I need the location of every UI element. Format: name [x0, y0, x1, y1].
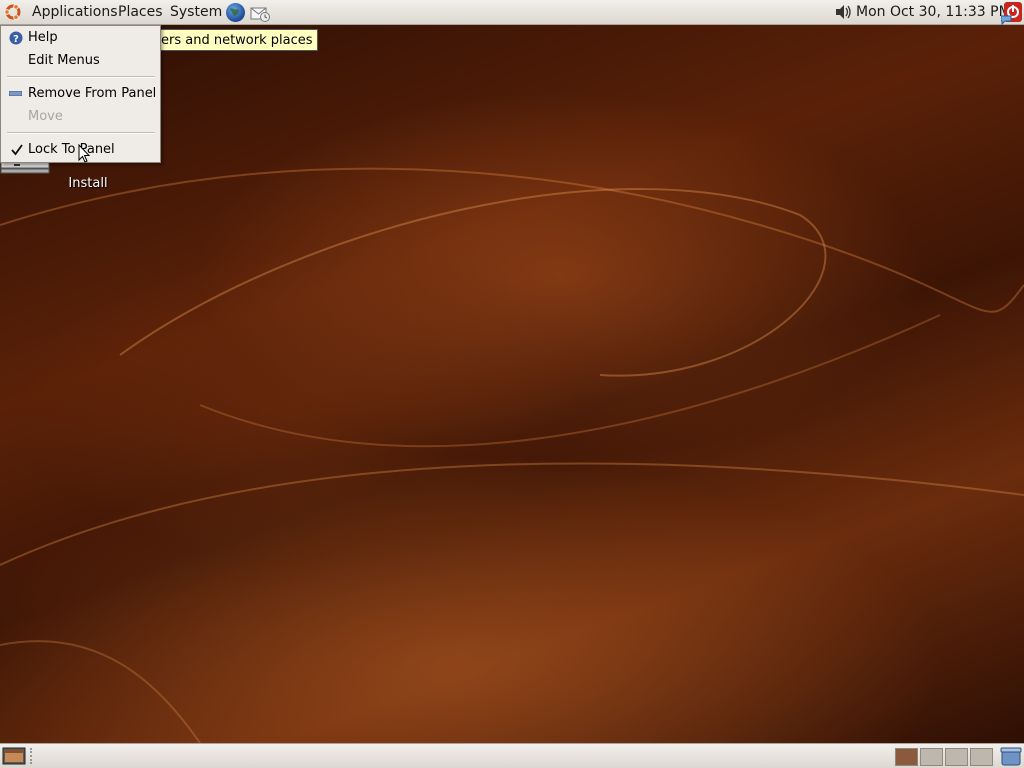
menu-item-help-label: Help: [28, 30, 58, 45]
clock[interactable]: Mon Oct 30, 11:33 PM: [856, 0, 1011, 24]
trash-icon[interactable]: [1000, 747, 1022, 766]
menu-item-edit-menus-label: Edit Menus: [28, 53, 100, 68]
menu-item-edit-menus[interactable]: Edit Menus: [1, 50, 160, 72]
workspace-4[interactable]: [970, 748, 993, 766]
menu-item-help[interactable]: ? Help: [1, 27, 160, 49]
email-client-icon[interactable]: [249, 2, 271, 23]
menu-separator: [7, 132, 155, 134]
menu-separator: [7, 76, 155, 78]
places-tooltip: ers and network places: [150, 29, 318, 51]
applications-menu[interactable]: Applications: [32, 0, 118, 24]
menu-item-move-label: Move: [28, 109, 63, 124]
workspace-2[interactable]: [920, 748, 943, 766]
workspace-1[interactable]: [895, 748, 918, 766]
remove-icon: [9, 91, 22, 96]
shutdown-icon[interactable]: [1001, 1, 1023, 27]
install-label[interactable]: Install: [62, 176, 114, 191]
web-browser-icon[interactable]: [225, 2, 246, 23]
system-menu[interactable]: System: [170, 0, 222, 24]
top-panel: Applications Places System Mon Oct 30, 1…: [0, 0, 1024, 27]
menu-item-move: Move: [1, 106, 160, 128]
bottom-panel: [0, 743, 1024, 768]
volume-icon[interactable]: [834, 4, 852, 20]
panel-context-menu: ? Help Edit Menus Remove From Panel Move…: [0, 25, 161, 163]
show-desktop-icon[interactable]: [2, 747, 26, 765]
help-icon: ?: [9, 31, 23, 45]
panel-handle[interactable]: [30, 748, 36, 764]
menu-item-remove-from-panel[interactable]: Remove From Panel: [1, 83, 160, 105]
mouse-cursor-icon: [78, 144, 91, 163]
check-icon: [11, 144, 23, 156]
workspace-3[interactable]: [945, 748, 968, 766]
ubuntu-logo-icon[interactable]: [4, 3, 22, 21]
svg-text:?: ?: [13, 34, 19, 45]
menu-item-lock-label: Lock To Panel: [28, 142, 115, 157]
menu-item-remove-label: Remove From Panel: [28, 86, 157, 101]
places-menu[interactable]: Places: [118, 0, 163, 24]
